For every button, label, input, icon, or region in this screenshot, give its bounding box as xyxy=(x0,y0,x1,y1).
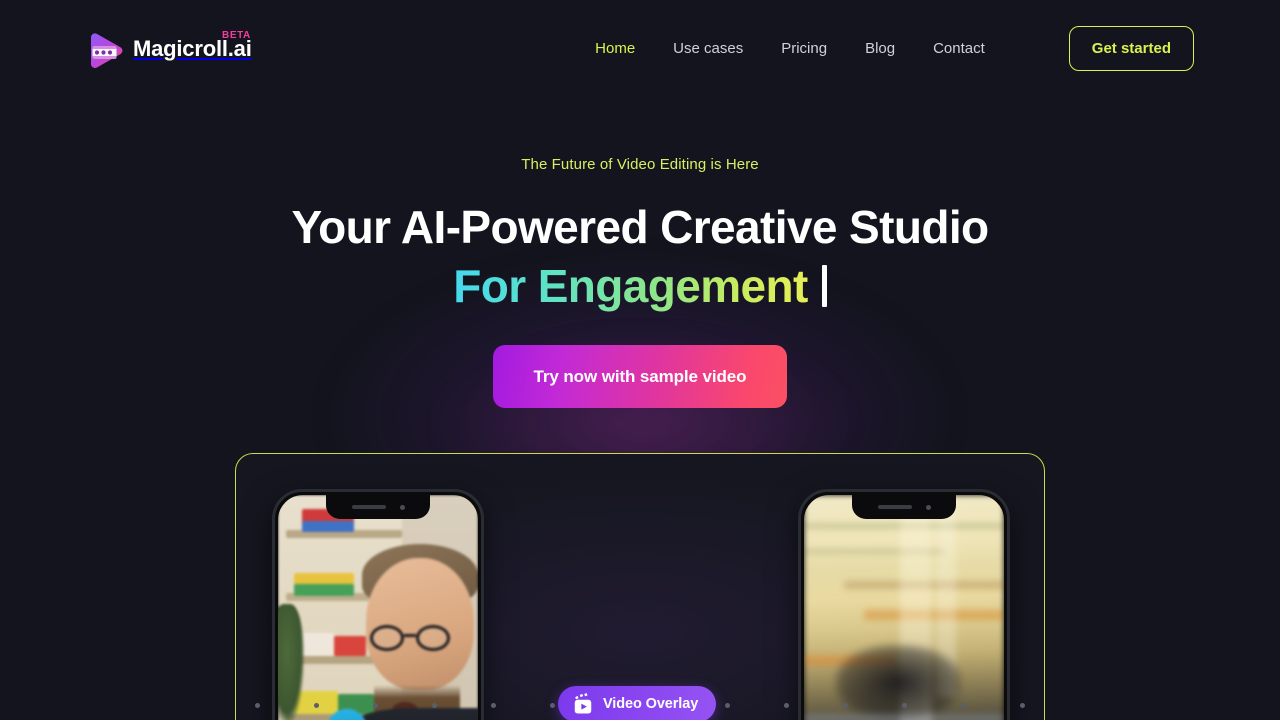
connector-dots-right xyxy=(725,702,1025,708)
video-overlay-badge-label: Video Overlay xyxy=(603,696,699,712)
landing-page: Magicroll.ai BETA Home Use cases Pricing… xyxy=(0,0,1280,720)
connector-dots-left xyxy=(255,702,555,708)
get-started-button[interactable]: Get started xyxy=(1068,25,1194,71)
front-camera-icon xyxy=(925,504,931,510)
brand-logo-link[interactable]: Magicroll.ai BETA xyxy=(84,24,252,72)
nav-item-home[interactable]: Home xyxy=(595,40,635,57)
podcaster-video-frame xyxy=(278,495,478,720)
phone-mockup-right[interactable] xyxy=(798,489,1010,720)
speaker-slit-icon xyxy=(877,505,912,509)
demo-showcase-frame xyxy=(235,453,1045,720)
hero-eyebrow: The Future of Video Editing is Here xyxy=(521,156,759,173)
hero-headline-line2: For Engagement xyxy=(0,257,1280,316)
front-camera-icon xyxy=(399,504,405,510)
phone-left-screen xyxy=(278,495,478,720)
phone-mockup-left[interactable] xyxy=(272,489,484,720)
nav-item-pricing[interactable]: Pricing xyxy=(781,40,827,57)
phone-right-screen xyxy=(804,495,1004,720)
nav-item-contact[interactable]: Contact xyxy=(933,40,985,57)
phone-right-notch xyxy=(852,495,956,519)
phone-left-notch xyxy=(326,495,430,519)
typing-caret-icon xyxy=(821,265,827,308)
main-navigation: Home Use cases Pricing Blog Contact Get … xyxy=(595,25,1194,71)
beta-badge: BETA xyxy=(222,30,251,41)
video-overlay-badge[interactable]: Video Overlay xyxy=(558,686,717,720)
hero-headline-gradient-text: For Engagement xyxy=(453,257,808,316)
try-now-button[interactable]: Try now with sample video xyxy=(493,345,787,408)
speaker-slit-icon xyxy=(351,505,386,509)
clapperboard-play-icon xyxy=(572,693,594,715)
site-header: Magicroll.ai BETA Home Use cases Pricing… xyxy=(0,0,1280,96)
play-film-reel-icon xyxy=(84,30,126,72)
nav-item-use-cases[interactable]: Use cases xyxy=(673,40,743,57)
motion-blur-video-frame xyxy=(804,495,1004,720)
nav-item-blog[interactable]: Blog xyxy=(865,40,895,57)
hero-headline-line1: Your AI-Powered Creative Studio xyxy=(291,201,989,253)
